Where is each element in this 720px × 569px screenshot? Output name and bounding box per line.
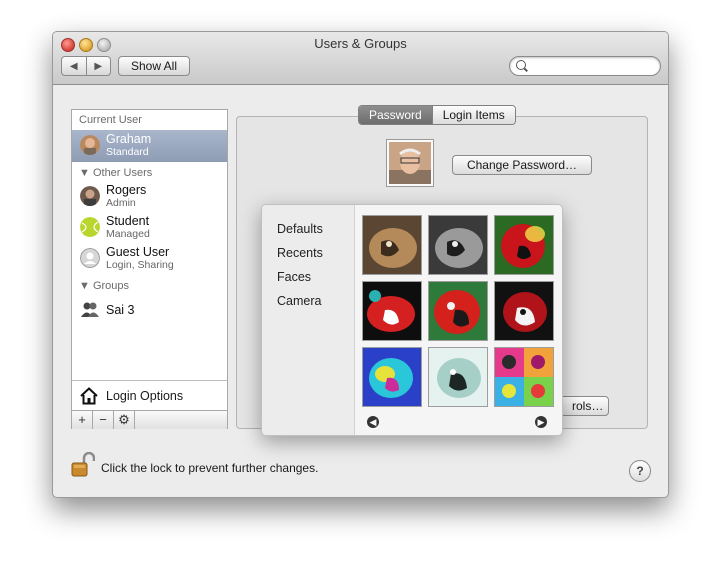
menu-item-defaults[interactable]: Defaults [277,222,323,236]
graham-avatar [80,135,100,155]
disclosure-triangle-icon[interactable]: ▼ [79,167,90,179]
window-title: Users & Groups [314,36,407,51]
search-input[interactable] [532,58,656,75]
search-field[interactable] [509,56,661,76]
sidebar-item-student[interactable]: Student Managed [72,212,227,244]
back-forward-control: ◀ ▶ [61,56,111,76]
remove-user-button[interactable]: − [93,411,114,429]
effect-xray-parrot[interactable] [362,347,422,407]
change-password-button[interactable]: Change Password… [452,155,592,175]
effect-grayscale-parrot[interactable] [428,215,488,275]
user-name: Guest User [106,245,170,259]
back-button[interactable]: ◀ [62,57,86,75]
previous-page-icon[interactable]: ◀ [367,416,379,428]
show-all-button[interactable]: Show All [118,56,190,76]
parental-controls-button[interactable]: rols… [559,396,609,416]
lock-status-text: Click the lock to prevent further change… [101,461,319,475]
tab-login-items[interactable]: Login Items [431,106,515,124]
user-role: Admin [106,197,136,209]
group-icon [81,302,99,317]
group-name: Sai 3 [106,303,135,317]
current-user-header: Current User [79,114,142,126]
gear-icon[interactable]: ⚙ [114,411,135,429]
effect-thermal-parrot[interactable] [494,281,554,341]
user-role: Login, Sharing [106,259,174,271]
house-icon [80,387,98,405]
menu-item-faces[interactable]: Faces [277,270,311,284]
help-button[interactable]: ? [629,460,651,482]
login-options-label: Login Options [106,389,184,403]
sidebar-toolbar: + − ⚙ [72,410,227,429]
effect-sepia-parrot[interactable] [362,215,422,275]
sidebar-item-graham[interactable]: Graham Standard [72,130,227,162]
picture-picker-popover: Defaults Recents Faces Camera ◀ ▶ [261,204,563,436]
disclosure-triangle-icon[interactable]: ▼ [79,280,90,292]
user-name: Graham [106,132,152,146]
user-picture-well[interactable] [386,139,434,187]
next-page-icon[interactable]: ▶ [535,416,547,428]
search-icon [516,60,526,70]
tab-password[interactable]: Password [359,106,432,124]
rogers-avatar [80,186,100,206]
user-name: Rogers [106,183,147,197]
sidebar-item-group-sai-3[interactable]: Sai 3 [72,294,227,326]
sidebar-item-rogers[interactable]: Rogers Admin [72,181,227,213]
other-users-header: ▼ Other Users [79,167,153,179]
effect-glow-parrot[interactable] [494,215,554,275]
unlocked-lock-icon[interactable] [71,452,95,478]
effect-colored-pencil-parrot[interactable] [428,347,488,407]
menu-item-recents[interactable]: Recents [277,246,323,260]
user-photo [389,142,431,184]
users-sidebar: Current User Graham Standard ▼ Other Use… [71,109,228,429]
user-role: Managed [106,228,150,240]
menu-item-camera[interactable]: Camera [277,294,321,308]
user-role: Standard [106,146,149,158]
user-name: Student [106,214,150,228]
sidebar-item-guest-user[interactable]: Guest User Login, Sharing [72,243,227,275]
forward-button[interactable]: ▶ [85,57,111,75]
effect-original-parrot[interactable] [428,281,488,341]
title-bar: Users & Groups ◀ ▶ Show All [53,32,668,85]
tennis-ball-avatar [80,217,100,237]
picture-source-menu: Defaults Recents Faces Camera [262,205,355,435]
add-user-button[interactable]: + [72,411,93,429]
groups-header: ▼ Groups [79,280,130,292]
effect-comic-parrot[interactable] [362,281,422,341]
tab-bar: Password Login Items [358,105,516,125]
effect-pop-art-parrot[interactable] [494,347,554,407]
login-options-item[interactable]: Login Options [72,380,227,411]
guest-user-icon [80,248,100,268]
